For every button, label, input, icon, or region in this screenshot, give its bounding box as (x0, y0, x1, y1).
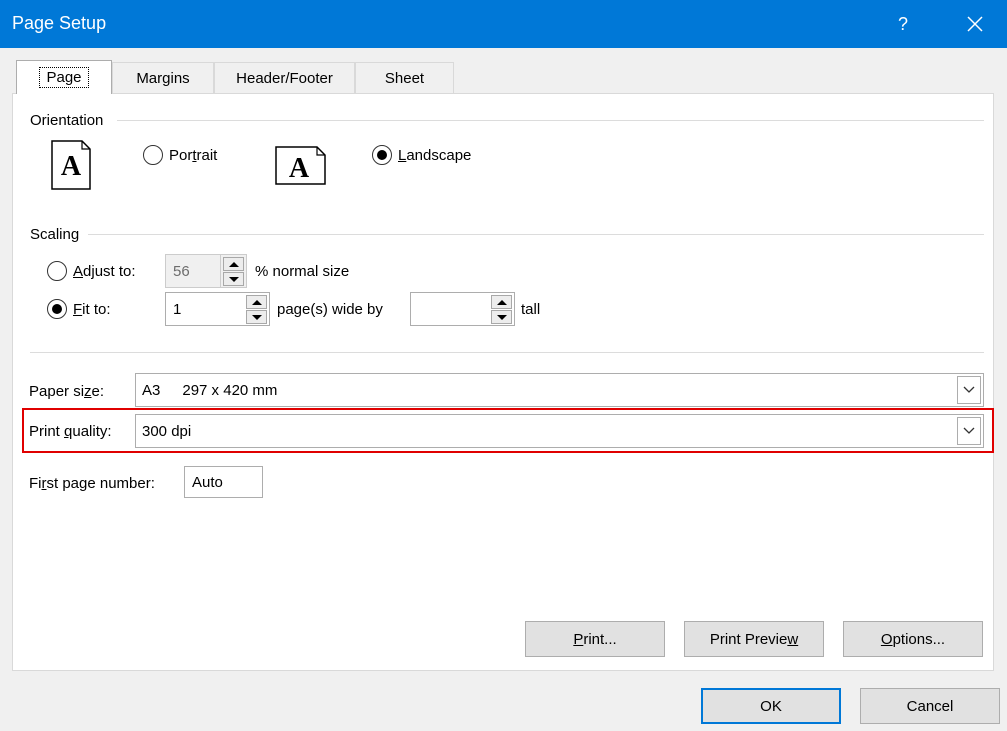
print-preview-button[interactable]: Print Preview (684, 621, 824, 657)
paper-size-dims: 297 x 420 mm (182, 381, 278, 399)
fit-to-label[interactable]: Fit to: (73, 301, 111, 318)
options-button-label: Options... (880, 630, 946, 648)
fit-wide-spinner[interactable] (244, 292, 270, 326)
print-button[interactable]: Print... (525, 621, 665, 657)
landscape-page-icon: A (275, 146, 326, 185)
fit-wide-up-arrow-icon[interactable] (246, 295, 267, 309)
landscape-label[interactable]: Landscape (398, 147, 471, 164)
options-button[interactable]: Options... (843, 621, 983, 657)
fit-tall-input[interactable] (410, 292, 490, 326)
portrait-label[interactable]: Portrait (169, 147, 217, 164)
tab-margins-label: Margins (136, 70, 190, 87)
fit-tall-suffix-label: tall (521, 301, 541, 318)
fit-tall-up-arrow-icon[interactable] (491, 295, 512, 309)
first-page-number-label: First page number: (29, 475, 155, 492)
cancel-button[interactable]: Cancel (860, 688, 1000, 724)
adjust-down-arrow-icon[interactable] (223, 272, 244, 286)
scaling-heading: Scaling (30, 226, 80, 243)
tab-header-footer-label: Header/Footer (236, 70, 333, 87)
orientation-divider (117, 120, 984, 121)
chevron-down-icon (963, 386, 975, 393)
chevron-down-icon (963, 427, 975, 434)
orientation-heading: Orientation (30, 112, 104, 129)
first-page-number-value: Auto (192, 473, 223, 491)
close-button[interactable] (952, 0, 998, 48)
fit-wide-value: 1 (173, 300, 182, 318)
ok-button[interactable]: OK (701, 688, 841, 724)
fit-to-radio[interactable] (47, 299, 67, 319)
tab-sheet[interactable]: Sheet (355, 62, 454, 94)
tab-page[interactable]: Page (16, 60, 112, 94)
paper-size-code: A3 (142, 381, 161, 399)
print-quality-label: Print quality: (29, 423, 112, 440)
tab-header-footer[interactable]: Header/Footer (214, 62, 355, 94)
print-quality-value: 300 dpi (142, 422, 192, 440)
tab-page-label: Page (39, 67, 89, 88)
adjust-percent-input[interactable]: 56 (165, 254, 221, 288)
close-icon (967, 16, 983, 32)
paper-size-select[interactable]: A3 297 x 420 mm (135, 373, 984, 407)
svg-text:A: A (61, 151, 82, 182)
fit-wide-input[interactable]: 1 (165, 292, 245, 326)
help-icon: ? (897, 13, 908, 34)
adjust-percent-spinner[interactable] (221, 254, 247, 288)
svg-text:A: A (289, 153, 310, 184)
section-divider (30, 352, 984, 353)
print-button-label: Print... (573, 630, 617, 648)
portrait-page-icon: A (51, 140, 91, 190)
first-page-number-input[interactable]: Auto (184, 466, 263, 498)
fit-tall-down-arrow-icon[interactable] (491, 310, 512, 324)
adjust-up-arrow-icon[interactable] (223, 257, 244, 271)
landscape-radio[interactable] (372, 145, 392, 165)
portrait-radio[interactable] (143, 145, 163, 165)
window-title: Page Setup (12, 13, 107, 33)
fit-tall-spinner[interactable] (489, 292, 515, 326)
tab-margins[interactable]: Margins (112, 62, 214, 94)
fit-wide-down-arrow-icon[interactable] (246, 310, 267, 324)
fit-wide-suffix-label: page(s) wide by (277, 301, 383, 318)
ok-button-label: OK (760, 697, 782, 715)
paper-size-dropdown-button[interactable] (957, 376, 981, 404)
adjust-suffix-label: % normal size (255, 263, 350, 280)
adjust-percent-value: 56 (173, 262, 190, 280)
title-bar: Page Setup ? (0, 0, 1007, 48)
scaling-divider (88, 234, 984, 235)
paper-size-label: Paper size: (29, 383, 105, 400)
adjust-to-radio[interactable] (47, 261, 67, 281)
cancel-button-label: Cancel (906, 697, 954, 715)
adjust-to-label[interactable]: Adjust to: (73, 263, 136, 280)
print-preview-button-label: Print Preview (709, 630, 799, 648)
print-quality-select[interactable]: 300 dpi (135, 414, 984, 448)
help-button[interactable]: ? (880, 0, 926, 48)
print-quality-dropdown-button[interactable] (957, 417, 981, 445)
tab-sheet-label: Sheet (384, 70, 425, 87)
